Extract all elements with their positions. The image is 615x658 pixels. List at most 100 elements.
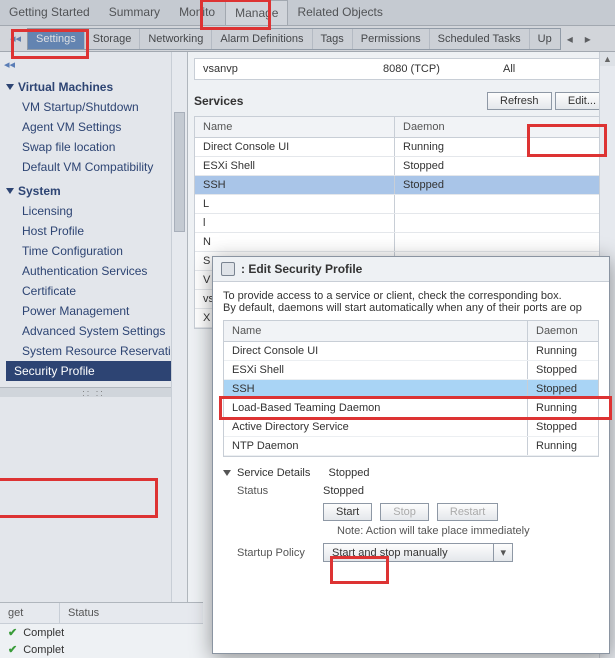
start-button[interactable]: Start [323,503,372,521]
select-value: Start and stop manually [324,545,493,561]
subtab-permissions[interactable]: Permissions [353,29,430,49]
table-row[interactable]: Load-Based Teaming DaemonRunning [224,399,598,418]
dialog-services-table: Name Daemon Direct Console UIRunning ESX… [223,320,599,457]
subtab-storage[interactable]: Storage [85,29,141,49]
sidebar-item-adv-system-settings[interactable]: Advanced System Settings [6,321,187,341]
status-value: Stopped [323,485,599,497]
table-row-ssh[interactable]: SSHStopped [195,176,608,195]
recent-tasks: get Status ✔ Complet ✔ Complet [0,602,203,658]
sidebar-item-time-config[interactable]: Time Configuration [6,241,187,261]
subtab-tags[interactable]: Tags [313,29,353,49]
host-icon [221,262,235,276]
sidebar-item-default-vm-compat[interactable]: Default VM Compatibility [6,157,187,177]
sidebar-header-virtual-machines[interactable]: Virtual Machines [6,77,187,97]
sidebar-item-swap-file[interactable]: Swap file location [6,137,187,157]
stop-button[interactable]: Stop [380,503,429,521]
task-row[interactable]: ✔ Complet [0,624,203,641]
subtab-networking[interactable]: Networking [140,29,212,49]
sidebar-back-icon[interactable]: ◂◂ [0,58,187,75]
subtab-alarm-definitions[interactable]: Alarm Definitions [212,29,312,49]
sidebar-group-system: System Licensing Host Profile Time Confi… [0,179,187,383]
details-header-label: Service Details [237,467,310,479]
sidebar-item-sys-resource-res[interactable]: System Resource Reservation [6,341,187,361]
service-details-header[interactable]: Service Details Stopped [223,467,599,479]
check-icon: ✔ [8,626,17,639]
col-name[interactable]: Name [224,321,528,341]
table-row[interactable]: Direct Console UIRunning [195,138,608,157]
sidebar-item-licensing[interactable]: Licensing [6,201,187,221]
table-header: Name Daemon [224,321,598,342]
sidebar-scrollbar[interactable] [171,52,187,658]
subnav-overflow-arrow[interactable]: ◂ [561,32,579,46]
sidebar-header-label: Virtual Machines [18,80,113,94]
subtab-scheduled-tasks[interactable]: Scheduled Tasks [430,29,530,49]
tab-summary[interactable]: Summary [100,0,170,25]
sidebar-item-agent-vm[interactable]: Agent VM Settings [6,117,187,137]
sidebar-item-host-profile[interactable]: Host Profile [6,221,187,241]
chevron-down-icon [223,470,231,476]
subnav-tabstrip: Settings Storage Networking Alarm Defini… [27,28,561,50]
table-row[interactable]: NTP DaemonRunning [224,437,598,456]
task-status: Complet [23,627,64,639]
tasks-header: get Status [0,603,203,624]
tab-monitor[interactable]: Monito [170,0,225,25]
details-header-value: Stopped [328,467,369,479]
services-title: Services [194,94,243,108]
sidebar-header-label: System [18,184,61,198]
top-nav: Getting Started Summary Monito Manage Re… [0,0,615,26]
service-details: Service Details Stopped Status Stopped S… [223,467,599,562]
table-row[interactable]: l [195,214,608,233]
chevron-down-icon: ▾ [493,544,512,561]
task-row[interactable]: ✔ Complet [0,641,203,658]
port-number: 8080 (TCP) [375,59,495,79]
subtab-settings[interactable]: Settings [28,29,85,49]
settings-sidebar: ◂◂ Virtual Machines VM Startup/Shutdown … [0,52,188,658]
table-row[interactable]: ESXi ShellStopped [195,157,608,176]
sub-nav: ◂◂ Settings Storage Networking Alarm Def… [0,26,615,52]
edit-security-profile-dialog: : Edit Security Profile To provide acces… [212,256,610,654]
task-status: Complet [23,644,64,656]
port-allowed: All [495,59,608,79]
table-row-ssh[interactable]: SSHStopped [224,380,598,399]
dialog-intro-1: To provide access to a service or client… [223,290,599,302]
col-name[interactable]: Name [195,117,395,137]
sidebar-item-auth-services[interactable]: Authentication Services [6,261,187,281]
sidebar-header-system[interactable]: System [6,181,187,201]
sidebar-group-virtual-machines: Virtual Machines VM Startup/Shutdown Age… [0,75,187,179]
status-label: Status [223,485,323,497]
table-header: Name Daemon [195,117,608,138]
tab-getting-started[interactable]: Getting Started [0,0,100,25]
sidebar-item-vm-startup[interactable]: VM Startup/Shutdown [6,97,187,117]
tab-related-objects[interactable]: Related Objects [288,0,392,25]
dialog-titlebar[interactable]: : Edit Security Profile [213,257,609,282]
table-row[interactable]: Direct Console UIRunning [224,342,598,361]
table-row[interactable]: Active Directory ServiceStopped [224,418,598,437]
restart-button[interactable]: Restart [437,503,498,521]
startup-policy-label: Startup Policy [223,547,323,559]
chevron-down-icon [6,84,14,90]
refresh-button[interactable]: Refresh [487,92,552,110]
col-daemon[interactable]: Daemon [395,117,608,137]
subnav-back-icon[interactable]: ◂◂ [10,32,27,45]
port-service-name: vsanvp [195,59,375,79]
scrollbar-thumb[interactable] [174,112,185,232]
tab-manage[interactable]: Manage [225,0,288,25]
scroll-up-icon[interactable]: ▲ [600,52,615,66]
sidebar-item-power-mgmt[interactable]: Power Management [6,301,187,321]
sidebar-item-certificate[interactable]: Certificate [6,281,187,301]
services-header: Services Refresh Edit... [194,92,609,110]
dialog-title: : Edit Security Profile [241,262,362,276]
col-status[interactable]: Status [60,603,203,623]
col-daemon[interactable]: Daemon [528,321,598,341]
subtab-overflow[interactable]: Up [530,29,560,49]
col-target[interactable]: get [0,603,60,623]
sidebar-resize-handle[interactable]: :: :: [0,387,187,397]
table-row[interactable]: ESXi ShellStopped [224,361,598,380]
table-row[interactable]: L [195,195,608,214]
table-row[interactable]: N [195,233,608,252]
subnav-forward-icon[interactable]: ▸ [579,32,597,46]
sidebar-item-security-profile[interactable]: Security Profile [6,361,187,381]
chevron-down-icon [6,188,14,194]
startup-policy-select[interactable]: Start and stop manually ▾ [323,543,513,562]
check-icon: ✔ [8,643,17,656]
